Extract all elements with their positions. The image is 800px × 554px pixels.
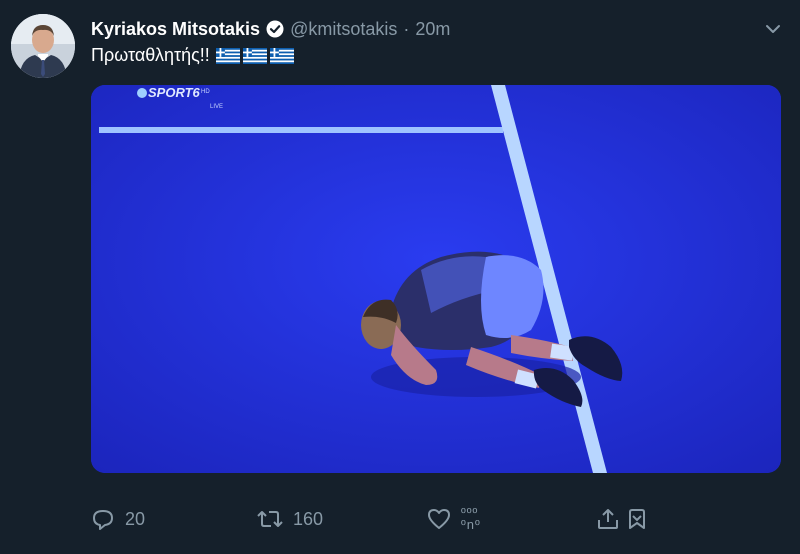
- reply-count: 20: [125, 508, 146, 529]
- reply-icon: [93, 510, 113, 530]
- media-image: SPORT6 HD LIVE: [91, 85, 781, 473]
- avatar[interactable]: [11, 14, 75, 78]
- timestamp[interactable]: 20m: [415, 19, 450, 40]
- like-button[interactable]: ººº ºnº: [427, 506, 481, 532]
- chevron-down-icon[interactable]: [764, 20, 782, 38]
- tweet-text-content: Πρωταθλητής!!: [91, 45, 210, 65]
- greek-flags: [215, 47, 294, 64]
- retweet-count: 160: [293, 508, 324, 529]
- retweet-button[interactable]: 160: [257, 508, 323, 530]
- channel-logo: SPORT6: [148, 85, 201, 100]
- separator-dot: ·: [403, 18, 410, 39]
- verified-badge-icon: [266, 20, 284, 38]
- greek-flag-icon: [269, 47, 294, 64]
- heart-icon: [428, 509, 450, 529]
- avatar-image: [11, 14, 75, 78]
- greek-flag-icon: [242, 47, 267, 64]
- like-count-bottom: ºnº: [461, 517, 481, 532]
- tweet-text: Πρωταθλητής!!: [91, 45, 294, 66]
- tweet-media[interactable]: SPORT6 HD LIVE: [91, 85, 781, 473]
- tweet-actions: 20 160 ººº ºnº: [91, 504, 691, 534]
- tweet-header: Kyriakos Mitsotakis @kmitsotakis · 20m: [91, 16, 450, 42]
- reply-button[interactable]: 20: [91, 508, 145, 530]
- retweet-icon: [257, 511, 283, 527]
- like-count: ººº ºnº: [461, 506, 481, 532]
- share-group: [596, 508, 648, 530]
- channel-live: LIVE: [210, 104, 223, 110]
- author-handle[interactable]: @kmitsotakis: [290, 19, 397, 40]
- bookmark-icon[interactable]: [626, 508, 648, 530]
- greek-flag-icon: [215, 47, 240, 64]
- channel-hd: HD: [201, 89, 210, 95]
- share-icon[interactable]: [596, 508, 620, 530]
- author-name[interactable]: Kyriakos Mitsotakis: [91, 19, 260, 40]
